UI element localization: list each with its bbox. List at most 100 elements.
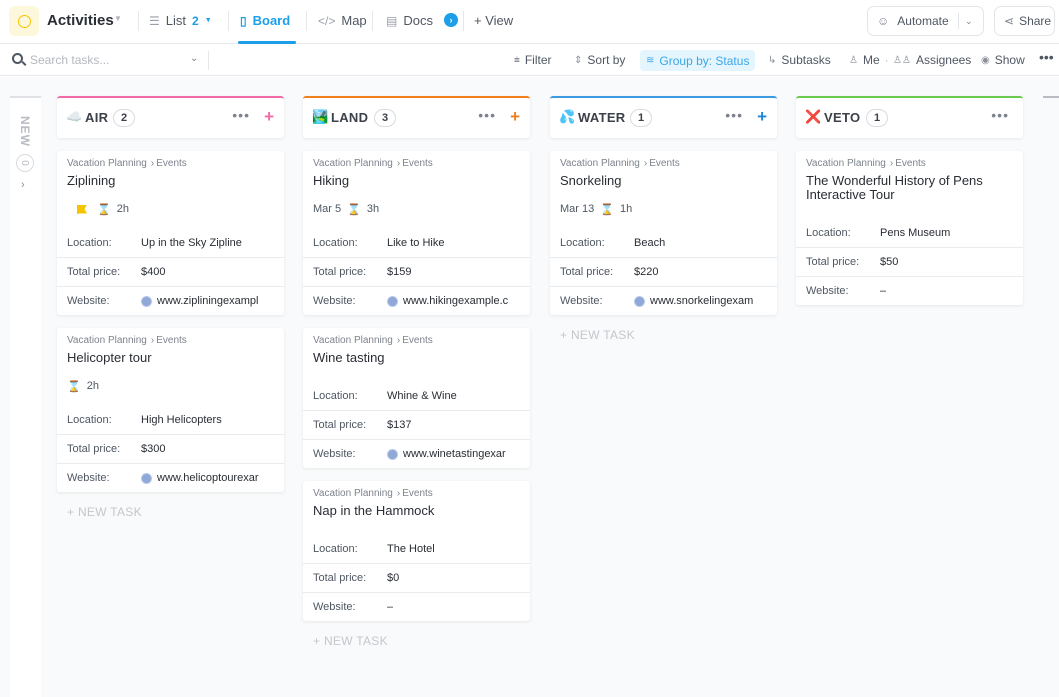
time-estimate[interactable]: 2h: [117, 203, 129, 215]
task-title[interactable]: Hiking: [313, 174, 520, 188]
field-website[interactable]: Website: www.snorkelingexam: [550, 286, 777, 315]
expand-chevron-right-icon[interactable]: ›: [21, 179, 25, 191]
field-website[interactable]: Website: –: [303, 592, 530, 621]
field-total-price[interactable]: Total price: $50: [796, 247, 1023, 276]
subtasks-button[interactable]: ↳ Subtasks: [768, 53, 831, 67]
task-card[interactable]: Vacation Planning › Events Nap in the Hamm…: [303, 481, 530, 621]
field-website[interactable]: Website: www.winetastingexar: [303, 439, 530, 468]
add-task-plus-icon[interactable]: +: [757, 107, 767, 127]
field-total-price[interactable]: Total price: $400: [57, 257, 284, 286]
breadcrumb[interactable]: Vacation Planning › Events: [313, 488, 520, 499]
column-header[interactable]: 💦 WATER 1 ••• +: [550, 96, 777, 138]
automate-button[interactable]: ☺ Automate ⌄: [867, 6, 984, 36]
time-estimate[interactable]: 3h: [367, 203, 379, 215]
search-input[interactable]: [30, 51, 180, 69]
field-location[interactable]: Location: Like to Hike: [303, 228, 530, 257]
field-total-price[interactable]: Total price: $300: [57, 434, 284, 463]
breadcrumb[interactable]: Vacation Planning › Events: [313, 158, 520, 169]
share-button[interactable]: ⋖ Share: [994, 6, 1055, 36]
new-task-button[interactable]: + NEW TASK: [550, 328, 777, 342]
space-icon[interactable]: [9, 6, 39, 36]
sort-button[interactable]: ⇕ Sort by: [574, 53, 625, 67]
website-value[interactable]: www.snorkelingexam: [650, 295, 753, 307]
add-task-plus-icon[interactable]: +: [510, 107, 520, 127]
website-value[interactable]: www.winetastingexar: [403, 448, 506, 460]
field-total-price[interactable]: Total price: $159: [303, 257, 530, 286]
assignees-button[interactable]: ♙♙ Assignees: [893, 53, 971, 67]
field-location[interactable]: Location: The Hotel: [303, 534, 530, 563]
automate-chevron-down-icon[interactable]: ⌄: [965, 16, 973, 27]
field-website[interactable]: Website: www.zipliningexampl: [57, 286, 284, 315]
layers-icon: ≋: [646, 55, 655, 66]
column-more-icon[interactable]: •••: [232, 107, 250, 123]
field-website[interactable]: Website: www.helicoptourexar: [57, 463, 284, 492]
column-header[interactable]: ☁️ AIR 2 ••• +: [57, 96, 284, 138]
task-card[interactable]: Vacation Planning › Events Hiking Mar 5 ⌛ …: [303, 151, 530, 315]
breadcrumb[interactable]: Vacation Planning › Events: [313, 335, 520, 346]
column-more-icon[interactable]: •••: [991, 107, 1009, 123]
due-date[interactable]: Mar 13: [560, 203, 594, 215]
column-more-icon[interactable]: •••: [725, 107, 743, 123]
robot-icon: ☺: [877, 14, 890, 28]
time-estimate[interactable]: 2h: [87, 380, 99, 392]
add-task-plus-icon[interactable]: +: [264, 107, 274, 127]
tab-board[interactable]: ▯ Board: [240, 13, 290, 28]
field-website[interactable]: Website: –: [796, 276, 1023, 305]
more-views-arrow-icon[interactable]: ›: [444, 13, 458, 27]
filter-button[interactable]: ⩧ Filter: [514, 53, 552, 67]
time-estimate[interactable]: 1h: [620, 203, 632, 215]
status-emoji-icon: ☁️: [66, 109, 83, 124]
website-value[interactable]: www.hikingexample.c: [403, 295, 508, 307]
task-card[interactable]: Vacation Planning › Events Snorkeling Mar …: [550, 151, 777, 315]
field-website[interactable]: Website: www.hikingexample.c: [303, 286, 530, 315]
group-by-button[interactable]: ≋ Group by: Status: [640, 50, 756, 71]
search-options-chevron-down-icon[interactable]: ⌄: [190, 53, 198, 64]
breadcrumb[interactable]: Vacation Planning › Events: [67, 158, 274, 169]
task-card[interactable]: Vacation Planning › Events The Wonderful H…: [796, 151, 1023, 305]
task-title[interactable]: The Wonderful History of Pens Interactiv…: [806, 174, 1013, 202]
field-location[interactable]: Location: Pens Museum: [796, 218, 1023, 247]
task-card[interactable]: Vacation Planning › Events Ziplining ⌛ 2h …: [57, 151, 284, 315]
field-location[interactable]: Location: High Helicopters: [57, 405, 284, 434]
breadcrumb[interactable]: Vacation Planning › Events: [67, 335, 274, 346]
task-title[interactable]: Wine tasting: [313, 351, 520, 365]
new-task-button[interactable]: + NEW TASK: [303, 634, 530, 648]
field-total-price[interactable]: Total price: $220: [550, 257, 777, 286]
field-total-price[interactable]: Total price: $137: [303, 410, 530, 439]
task-title[interactable]: Helicopter tour: [67, 351, 274, 365]
breadcrumb[interactable]: Vacation Planning › Events: [560, 158, 767, 169]
me-filter-button[interactable]: ♙ Me ·: [849, 53, 889, 67]
task-title[interactable]: Ziplining: [67, 174, 274, 188]
add-view-button[interactable]: + View: [474, 13, 513, 28]
new-task-button[interactable]: + NEW TASK: [57, 505, 284, 519]
show-button[interactable]: ◉ Show: [981, 53, 1025, 67]
task-card[interactable]: Vacation Planning › Events Helicopter tour…: [57, 328, 284, 492]
more-options-icon[interactable]: •••: [1039, 49, 1054, 65]
task-title[interactable]: Nap in the Hammock: [313, 504, 520, 518]
column-header[interactable]: ❌ VETO 1 •••: [796, 96, 1023, 138]
task-card[interactable]: Vacation Planning › Events Wine tasting Lo…: [303, 328, 530, 468]
task-meta: ⌛ 2h: [67, 379, 274, 393]
priority-flag-icon[interactable]: [77, 204, 87, 214]
price-value: $0: [387, 572, 400, 584]
collapsed-count-badge: 0: [16, 154, 34, 172]
field-location[interactable]: Location: Whine & Wine: [303, 381, 530, 410]
column-more-icon[interactable]: •••: [478, 107, 496, 123]
status-emoji-icon: 🏞️: [312, 109, 329, 124]
title-chevron-down-icon[interactable]: ▼: [114, 14, 122, 23]
website-value[interactable]: www.helicoptourexar: [157, 472, 259, 484]
column-header[interactable]: 🏞️ LAND 3 ••• +: [303, 96, 530, 138]
field-location[interactable]: Location: Up in the Sky Zipline: [57, 228, 284, 257]
tab-docs[interactable]: ▤ Docs: [386, 13, 433, 28]
tab-map[interactable]: </> Map: [318, 13, 367, 28]
page-title[interactable]: Activities: [47, 12, 114, 29]
field-total-price[interactable]: Total price: $0: [303, 563, 530, 592]
breadcrumb[interactable]: Vacation Planning › Events: [806, 158, 1013, 169]
tab-list[interactable]: ☰ List 2 ▼: [149, 13, 212, 28]
task-title[interactable]: Snorkeling: [560, 174, 767, 188]
due-date[interactable]: Mar 5: [313, 203, 341, 215]
website-value[interactable]: www.zipliningexampl: [157, 295, 259, 307]
collapsed-column-new[interactable]: NEW 0 ›: [10, 96, 41, 697]
field-location[interactable]: Location: Beach: [550, 228, 777, 257]
chevron-right-icon: ›: [150, 335, 155, 346]
